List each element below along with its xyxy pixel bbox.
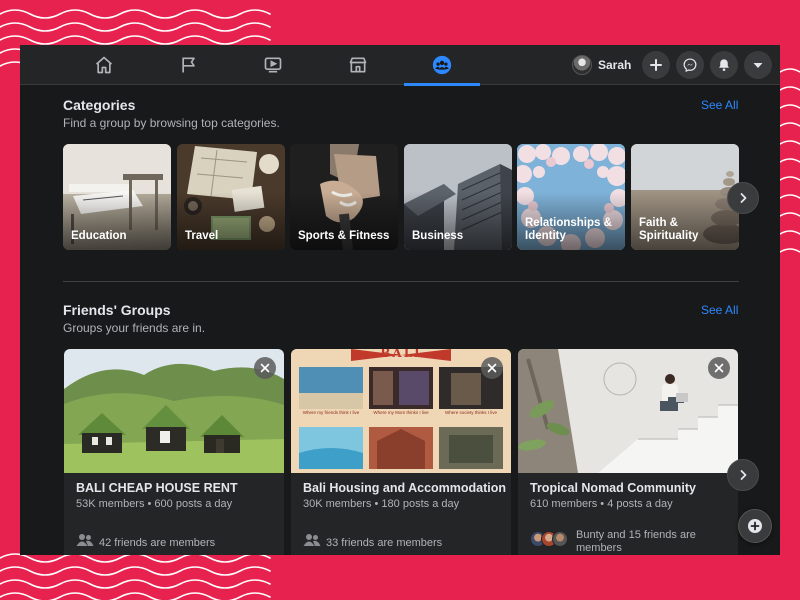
group-cover-photo: BALI Where my friends think I live Where… (291, 349, 511, 473)
group-card-bali-housing[interactable]: BALI Where my friends think I live Where… (291, 349, 511, 555)
friends-icon (303, 533, 321, 552)
close-icon (260, 363, 270, 373)
group-friends-row: 33 friends are members (303, 533, 442, 552)
category-label: Faith & Spirituality (639, 217, 699, 242)
group-card-bali-cheap-house-rent[interactable]: BALI CHEAP HOUSE RENT 53K members • 600 … (64, 349, 284, 555)
category-card-relationships-identity[interactable]: Relationships & Identity (517, 144, 625, 250)
group-meta: 53K members • 600 posts a day (76, 498, 233, 510)
friend-avatars (530, 531, 568, 547)
nomad-photo (518, 349, 738, 473)
categories-subtitle: Find a group by browsing top categories. (63, 116, 280, 130)
home-icon (95, 56, 113, 74)
nav-tab-home[interactable] (66, 45, 142, 85)
groups-app-window: Sarah Categories Find a group by browsin… (20, 45, 780, 555)
new-message-button[interactable] (738, 509, 772, 543)
group-card-tropical-nomad-community[interactable]: Tropical Nomad Community 610 members • 4… (518, 349, 738, 555)
create-button[interactable] (642, 51, 670, 79)
group-cover-photo (518, 349, 738, 473)
category-card-faith-spirituality[interactable]: Faith & Spirituality (631, 144, 739, 250)
collage-caption: Where my Mom thinks I live (373, 410, 429, 415)
groups-icon (432, 55, 452, 75)
category-card-business[interactable]: Business (404, 144, 512, 250)
marketplace-icon (349, 57, 367, 73)
group-friends-text: 42 friends are members (99, 536, 216, 549)
messenger-button[interactable] (676, 51, 704, 79)
nav-tab-watch[interactable] (235, 45, 311, 85)
dismiss-group-button[interactable] (254, 357, 276, 379)
nav-tab-marketplace[interactable] (320, 45, 396, 85)
profile-name: Sarah (598, 58, 632, 72)
category-label: Sports & Fitness (298, 230, 390, 242)
category-card-sports-fitness[interactable]: Sports & Fitness (290, 144, 398, 250)
flag-icon (182, 57, 195, 73)
dismiss-group-button[interactable] (708, 357, 730, 379)
top-navigation-bar: Sarah (20, 45, 780, 86)
notifications-button[interactable] (710, 51, 738, 79)
categories-next-button[interactable] (727, 182, 759, 214)
close-icon (714, 363, 724, 373)
group-friends-text: Bunty and 15 friends are members (576, 529, 696, 554)
nav-tab-groups[interactable] (404, 45, 480, 86)
messenger-icon (683, 58, 697, 72)
caret-down-icon (753, 63, 763, 68)
bali-banner-text: BALI (380, 349, 422, 360)
categories-title: Categories (63, 97, 136, 113)
friends-icon (76, 533, 94, 552)
category-card-education[interactable]: Education (63, 144, 171, 250)
compose-plus-icon (748, 519, 762, 533)
group-friends-row: 42 friends are members (76, 533, 215, 552)
group-friends-row: Bunty and 15 friends are members (530, 529, 706, 555)
close-icon (487, 363, 497, 373)
category-label: Education (71, 230, 127, 242)
group-friends-text: 33 friends are members (326, 536, 443, 549)
watch-icon (264, 57, 282, 73)
category-card-travel[interactable]: Travel (177, 144, 285, 250)
turf-houses-photo (64, 349, 284, 473)
dismiss-group-button[interactable] (481, 357, 503, 379)
chevron-right-icon (740, 470, 747, 480)
nav-tab-pages[interactable] (151, 45, 227, 85)
categories-see-all-link[interactable]: See All (701, 98, 738, 112)
friends-groups-title: Friends' Groups (63, 302, 171, 318)
category-label: Business (412, 230, 464, 242)
group-name[interactable]: Tropical Nomad Community (530, 481, 696, 495)
category-label: Relationships & Identity (525, 217, 612, 242)
profile-button[interactable]: Sarah (572, 52, 631, 78)
group-name[interactable]: BALI CHEAP HOUSE RENT (76, 481, 238, 495)
avatar (572, 55, 592, 75)
chevron-right-icon (740, 193, 747, 203)
group-name[interactable]: Bali Housing and Accommodation (303, 481, 506, 495)
friends-groups-next-button[interactable] (727, 459, 759, 491)
group-cover-photo (64, 349, 284, 473)
section-divider (63, 281, 739, 282)
friends-groups-see-all-link[interactable]: See All (701, 303, 738, 317)
active-tab-indicator (404, 83, 480, 86)
bell-icon (719, 59, 729, 71)
group-meta: 610 members • 4 posts a day (530, 498, 673, 510)
collage-caption: Where my friends think I live (302, 410, 360, 415)
plus-icon (650, 59, 662, 71)
group-meta: 30K members • 180 posts a day (303, 498, 460, 510)
avatar (552, 531, 568, 547)
category-label: Travel (185, 230, 219, 242)
friends-groups-subtitle: Groups your friends are in. (63, 321, 206, 335)
collage-caption: Where society thinks I live (444, 410, 498, 415)
account-menu-button[interactable] (744, 51, 772, 79)
